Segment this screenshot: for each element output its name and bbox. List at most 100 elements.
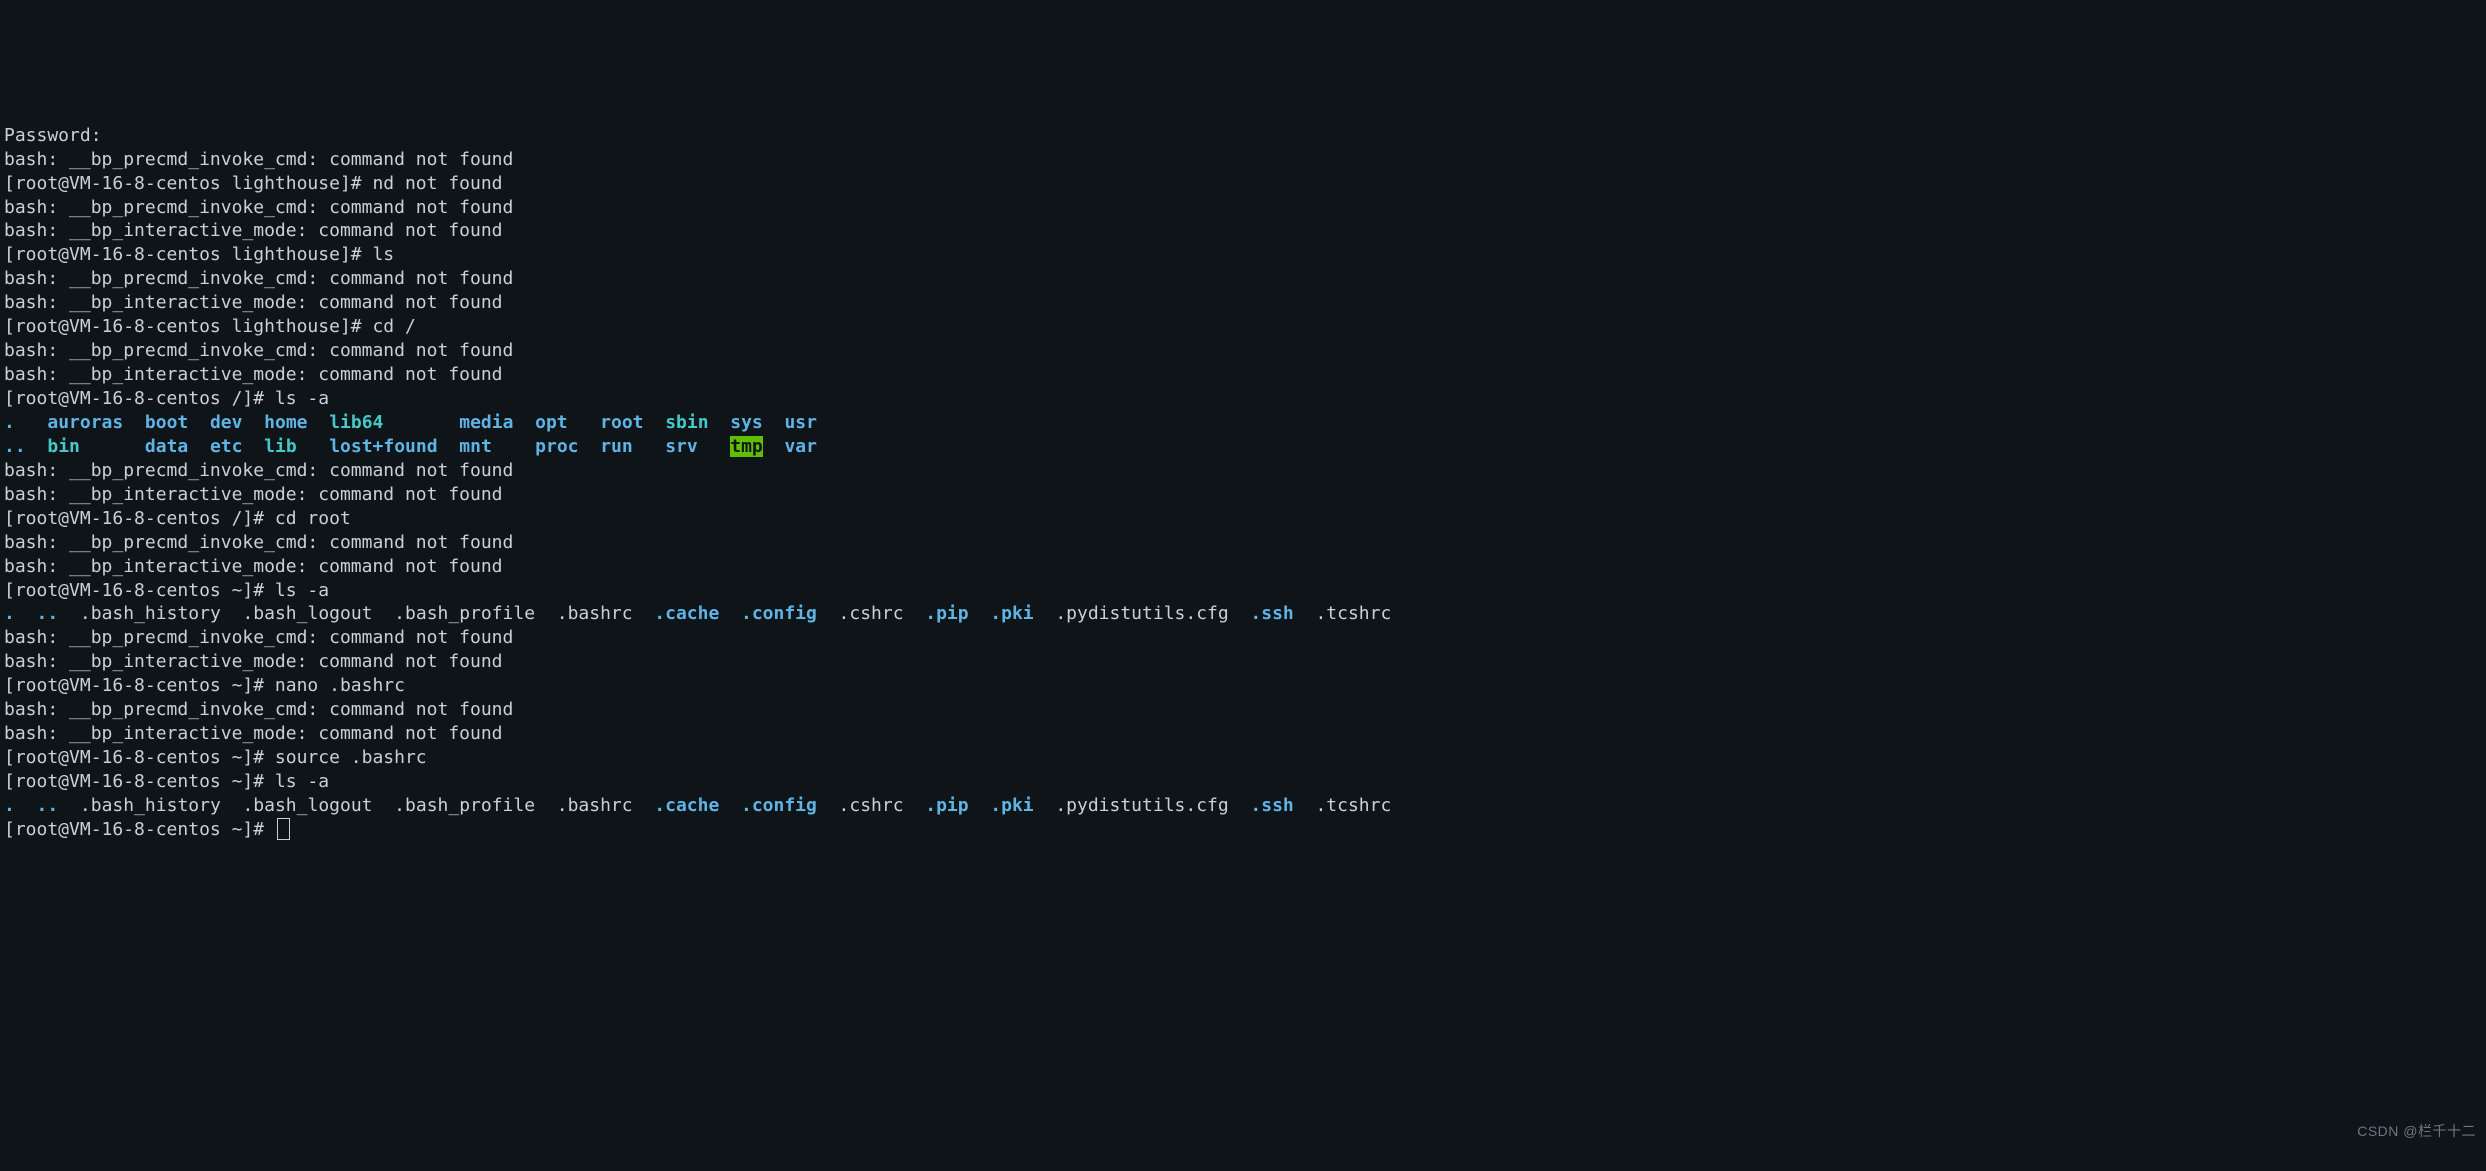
terminal-text xyxy=(698,436,731,457)
terminal-text: bash: __bp_interactive_mode: command not… xyxy=(4,556,503,577)
terminal-line: bash: __bp_interactive_mode: command not… xyxy=(4,722,2482,746)
terminal-text xyxy=(58,795,80,816)
terminal-text xyxy=(1034,795,1056,816)
terminal-line: bash: __bp_precmd_invoke_cmd: command no… xyxy=(4,339,2482,363)
terminal-line: bash: __bp_interactive_mode: command not… xyxy=(4,291,2482,315)
terminal-text: bash: __bp_interactive_mode: command not… xyxy=(4,723,503,744)
watermark: CSDN @栏千十二 xyxy=(2357,1122,2476,1141)
directory-name: .config xyxy=(741,603,817,624)
terminal-text: bash: __bp_interactive_mode: command not… xyxy=(4,364,503,385)
directory-name: run xyxy=(600,436,633,457)
directory-name: .pip xyxy=(925,603,968,624)
terminal-text xyxy=(513,412,535,433)
directory-name: usr xyxy=(784,412,817,433)
directory-name: dev xyxy=(210,412,243,433)
terminal-text: .tcshrc xyxy=(1315,603,1391,624)
terminal-text xyxy=(242,436,264,457)
terminal-text: bash: __bp_precmd_invoke_cmd: command no… xyxy=(4,627,513,648)
terminal-text: bash: __bp_interactive_mode: command not… xyxy=(4,484,503,505)
terminal-line: .. bin data etc lib lost+found mnt proc … xyxy=(4,435,2482,459)
terminal-output[interactable]: Password:bash: __bp_precmd_invoke_cmd: c… xyxy=(0,120,2486,846)
terminal-text: .pydistutils.cfg xyxy=(1055,795,1250,816)
cursor[interactable] xyxy=(277,818,290,840)
directory-name: media xyxy=(459,412,513,433)
terminal-line: [root@VM-16-8-centos ~]# ls -a xyxy=(4,770,2482,794)
terminal-text xyxy=(80,436,145,457)
terminal-line: [root@VM-16-8-centos ~]# ls -a xyxy=(4,579,2482,603)
terminal-line: bash: __bp_precmd_invoke_cmd: command no… xyxy=(4,267,2482,291)
terminal-text xyxy=(242,412,264,433)
terminal-line: bash: __bp_interactive_mode: command not… xyxy=(4,555,2482,579)
directory-name: var xyxy=(784,436,817,457)
terminal-text xyxy=(969,603,991,624)
terminal-text: [root@VM-16-8-centos ~]# ls -a xyxy=(4,771,329,792)
terminal-text xyxy=(817,795,839,816)
terminal-text xyxy=(763,412,785,433)
terminal-text: bash: __bp_precmd_invoke_cmd: command no… xyxy=(4,197,513,218)
terminal-text: bash: __bp_precmd_invoke_cmd: command no… xyxy=(4,268,513,289)
terminal-line: [root@VM-16-8-centos ~]# source .bashrc xyxy=(4,746,2482,770)
directory-name: home xyxy=(264,412,307,433)
directory-name: auroras xyxy=(47,412,123,433)
terminal-text xyxy=(719,795,741,816)
terminal-text xyxy=(719,603,741,624)
symlink-name: lib64 xyxy=(329,412,383,433)
terminal-text: bash: __bp_precmd_invoke_cmd: command no… xyxy=(4,532,513,553)
terminal-line: [root@VM-16-8-centos lighthouse]# cd / xyxy=(4,315,2482,339)
terminal-line: bash: __bp_precmd_invoke_cmd: command no… xyxy=(4,148,2482,172)
terminal-text xyxy=(26,436,48,457)
directory-name: .cache xyxy=(654,603,719,624)
terminal-line: bash: __bp_interactive_mode: command not… xyxy=(4,363,2482,387)
terminal-text xyxy=(123,412,145,433)
terminal-text xyxy=(568,412,601,433)
directory-name: .. xyxy=(37,795,59,816)
terminal-text xyxy=(188,412,210,433)
directory-name: opt xyxy=(535,412,568,433)
terminal-text xyxy=(579,436,601,457)
terminal-text: bash: __bp_interactive_mode: command not… xyxy=(4,651,503,672)
directory-name: .ssh xyxy=(1250,603,1293,624)
terminal-line: bash: __bp_interactive_mode: command not… xyxy=(4,219,2482,243)
terminal-line: bash: __bp_precmd_invoke_cmd: command no… xyxy=(4,196,2482,220)
terminal-text: [root@VM-16-8-centos ~]# ls -a xyxy=(4,580,329,601)
terminal-line: [root@VM-16-8-centos lighthouse]# ls xyxy=(4,243,2482,267)
terminal-text: [root@VM-16-8-centos lighthouse]# ls xyxy=(4,244,394,265)
terminal-line: [root@VM-16-8-centos lighthouse]# nd not… xyxy=(4,172,2482,196)
symlink-name: sbin xyxy=(665,412,708,433)
symlink-name: bin xyxy=(47,436,80,457)
terminal-text xyxy=(969,795,991,816)
terminal-text xyxy=(58,603,80,624)
terminal-line: bash: __bp_interactive_mode: command not… xyxy=(4,483,2482,507)
terminal-line: bash: __bp_precmd_invoke_cmd: command no… xyxy=(4,531,2482,555)
terminal-text: .bash_history .bash_logout .bash_profile… xyxy=(80,603,654,624)
directory-name: root xyxy=(600,412,643,433)
directory-name: .cache xyxy=(654,795,719,816)
terminal-text: bash: __bp_precmd_invoke_cmd: command no… xyxy=(4,149,513,170)
terminal-line: . .. .bash_history .bash_logout .bash_pr… xyxy=(4,602,2482,626)
terminal-text: bash: __bp_precmd_invoke_cmd: command no… xyxy=(4,340,513,361)
terminal-text xyxy=(438,436,460,457)
terminal-text: .tcshrc xyxy=(1315,795,1391,816)
directory-name: data xyxy=(145,436,188,457)
terminal-text: [root@VM-16-8-centos ~]# nano .bashrc xyxy=(4,675,405,696)
directory-name: .. xyxy=(37,603,59,624)
terminal-text: [root@VM-16-8-centos ~]# source .bashrc xyxy=(4,747,427,768)
sticky-dir-name: tmp xyxy=(730,436,763,457)
terminal-text xyxy=(644,412,666,433)
directory-name: . xyxy=(4,412,15,433)
directory-name: .pip xyxy=(925,795,968,816)
terminal-line: bash: __bp_precmd_invoke_cmd: command no… xyxy=(4,698,2482,722)
directory-name: proc xyxy=(535,436,578,457)
terminal-text: [root@VM-16-8-centos /]# ls -a xyxy=(4,388,329,409)
directory-name: sys xyxy=(730,412,763,433)
terminal-text: bash: __bp_interactive_mode: command not… xyxy=(4,220,503,241)
terminal-text: .cshrc xyxy=(839,603,926,624)
terminal-text: .pydistutils.cfg xyxy=(1055,603,1250,624)
terminal-text: bash: __bp_precmd_invoke_cmd: command no… xyxy=(4,460,513,481)
directory-name: .pki xyxy=(990,603,1033,624)
directory-name: mnt xyxy=(459,436,492,457)
terminal-line: . auroras boot dev home lib64 media opt … xyxy=(4,411,2482,435)
terminal-text xyxy=(763,436,785,457)
terminal-text xyxy=(308,412,330,433)
terminal-text xyxy=(188,436,210,457)
